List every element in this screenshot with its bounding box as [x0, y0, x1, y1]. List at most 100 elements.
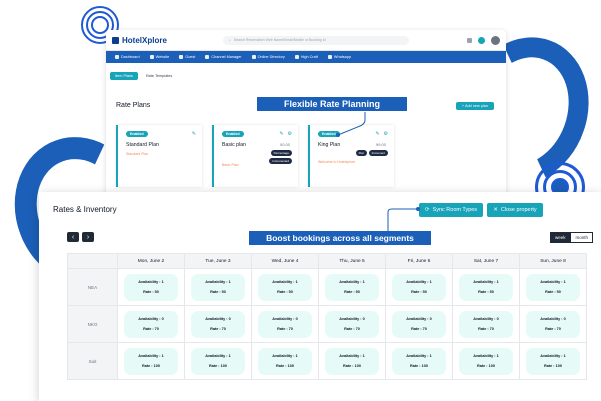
edit-icon[interactable]: ✎ [192, 131, 196, 137]
rate-value: Rate : 100 [544, 364, 562, 368]
rate-cell[interactable]: Availability : 1 Rate : 50 [385, 268, 453, 306]
month-view-button[interactable]: month [570, 232, 593, 243]
edit-icon[interactable]: ✎ [279, 131, 283, 137]
support-icon[interactable] [478, 36, 485, 44]
plan-name: Basic plan [222, 142, 246, 148]
edit-icon[interactable]: ✎ [375, 131, 379, 137]
rate-box[interactable]: Availability : 0 Rate : 70 [191, 310, 245, 338]
rate-value: Rate : 100 [276, 364, 294, 368]
rate-box[interactable]: Availability : 1 Rate : 100 [124, 347, 178, 375]
rate-box[interactable]: Availability : 0 Rate : 70 [258, 310, 312, 338]
rate-box[interactable]: Availability : 1 Rate : 50 [526, 273, 580, 301]
nav-item-label: Whatsapp [333, 55, 351, 59]
settings-icon[interactable]: ⚙ [384, 131, 388, 137]
rate-cell[interactable]: Availability : 1 Rate : 100 [117, 342, 185, 380]
sync-label: Sync Room Types [432, 207, 478, 213]
app-logo[interactable]: HotelXplore [112, 36, 167, 45]
settings-icon[interactable]: ⚙ [288, 131, 292, 137]
craft-icon [294, 55, 299, 59]
rate-cell[interactable]: Availability : 1 Rate : 100 [251, 342, 319, 380]
nav-item-website[interactable]: Website [147, 53, 173, 61]
rate-box[interactable]: Availability : 0 Rate : 70 [124, 310, 178, 338]
prev-week-button[interactable]: ‹ [67, 232, 79, 242]
nav-item-high-craft[interactable]: High Craft [292, 53, 321, 61]
rate-cell[interactable]: Availability : 0 Rate : 70 [452, 305, 520, 343]
rate-cell[interactable]: Availability : 0 Rate : 70 [318, 305, 386, 343]
rate-value: Rate : 70 [344, 327, 360, 331]
rate-cell[interactable]: Availability : 1 Rate : 100 [452, 342, 520, 380]
availability-value: Availability : 1 [138, 354, 164, 358]
nav-item-dashboard[interactable]: Dashboard [112, 53, 143, 61]
rate-box[interactable]: Availability : 1 Rate : 50 [258, 273, 312, 301]
nav-item-whatsapp[interactable]: Whatsapp [325, 53, 354, 61]
sync-room-types-button[interactable]: ⟳ Sync Room Types [419, 203, 483, 217]
availability-value: Availability : 0 [339, 317, 365, 321]
nav-item-online-directory[interactable]: Online Directory [249, 53, 288, 61]
rate-box[interactable]: Availability : 1 Rate : 100 [325, 347, 379, 375]
channel-icon [205, 55, 210, 59]
rate-cell[interactable]: Availability : 1 Rate : 100 [184, 342, 252, 380]
grid-icon[interactable] [467, 37, 472, 43]
add-plan-button[interactable]: + Add new plan [455, 102, 494, 110]
plan-card[interactable]: Enabled ✎ ⚙ Basic plan 00.00 Basic Plan P… [212, 125, 298, 187]
date-column-header: Sat, June 7 [452, 253, 520, 269]
rate-cell[interactable]: Availability : 1 Rate : 100 [318, 342, 386, 380]
availability-value: Availability : 1 [540, 280, 566, 284]
rate-value: Rate : 100 [343, 364, 361, 368]
rate-box[interactable]: Availability : 1 Rate : 50 [191, 273, 245, 301]
rate-cell[interactable]: Availability : 1 Rate : 50 [184, 268, 252, 306]
rate-cell[interactable]: Availability : 0 Rate : 70 [385, 305, 453, 343]
rate-value: Rate : 100 [410, 364, 428, 368]
week-view-button[interactable]: week [549, 232, 571, 243]
rate-cell[interactable]: Availability : 1 Rate : 50 [251, 268, 319, 306]
rate-cell[interactable]: Availability : 1 Rate : 50 [519, 268, 587, 306]
rate-cell[interactable]: Availability : 0 Rate : 70 [519, 305, 587, 343]
rate-cell[interactable]: Availability : 1 Rate : 50 [117, 268, 185, 306]
rates-inventory-window: Rates & Inventory ⟳ Sync Room Types ✕ Cl… [39, 192, 601, 401]
rate-cell[interactable]: Availability : 1 Rate : 100 [519, 342, 587, 380]
close-property-button[interactable]: ✕ Close property [487, 203, 543, 217]
availability-value: Availability : 1 [339, 280, 365, 284]
rate-cell[interactable]: Availability : 1 Rate : 50 [452, 268, 520, 306]
search-input[interactable]: ⌕ Search Reservation Web Name/Email/Mobi… [222, 35, 409, 45]
tag: Percentage [270, 150, 292, 156]
rate-value: Rate : 50 [210, 290, 226, 294]
rate-value: Rate : 70 [143, 327, 159, 331]
app-topbar: HotelXplore ⌕ Search Reservation Web Nam… [106, 30, 506, 51]
item-plans-button[interactable]: Item Plans [110, 72, 138, 80]
rate-box[interactable]: Availability : 1 Rate : 100 [459, 347, 513, 375]
nav-item-label: Dashboard [121, 55, 140, 59]
rate-box[interactable]: Availability : 1 Rate : 100 [191, 347, 245, 375]
rate-cell[interactable]: Availability : 0 Rate : 70 [117, 305, 185, 343]
rate-cell[interactable]: Availability : 1 Rate : 50 [318, 268, 386, 306]
avatar[interactable] [491, 35, 500, 45]
rate-box[interactable]: Availability : 1 Rate : 50 [459, 273, 513, 301]
guest-icon [179, 55, 184, 59]
rate-box[interactable]: Availability : 1 Rate : 100 [258, 347, 312, 375]
nav-item-guest[interactable]: Guest [176, 53, 198, 61]
rate-box[interactable]: Availability : 0 Rate : 70 [392, 310, 446, 338]
rate-box[interactable]: Availability : 1 Rate : 50 [325, 273, 379, 301]
nav-item-channel-manager[interactable]: Channel Manager [202, 53, 244, 61]
rate-box[interactable]: Availability : 1 Rate : 100 [526, 347, 580, 375]
rate-cell[interactable]: Availability : 0 Rate : 70 [184, 305, 252, 343]
rate-box[interactable]: Availability : 1 Rate : 50 [124, 273, 178, 301]
directory-icon [251, 55, 256, 59]
table-row: NEA Availability : 1 Rate : 50 Availability… [67, 268, 587, 306]
rate-box[interactable]: Availability : 0 Rate : 70 [325, 310, 379, 338]
rate-box[interactable]: Availability : 0 Rate : 70 [459, 310, 513, 338]
search-placeholder: Search Reservation Web Name/Email/Mobile… [233, 38, 326, 42]
status-badge: Enabled [222, 131, 244, 137]
rate-box[interactable]: Availability : 1 Rate : 50 [392, 273, 446, 301]
availability-value: Availability : 0 [473, 317, 499, 321]
availability-value: Availability : 1 [138, 280, 164, 284]
rate-cell[interactable]: Availability : 0 Rate : 70 [251, 305, 319, 343]
rate-cell[interactable]: Availability : 1 Rate : 100 [385, 342, 453, 380]
plan-card[interactable]: Enabled ✎ Standard Plan Standard Plan [116, 125, 202, 187]
rate-box[interactable]: Availability : 1 Rate : 100 [392, 347, 446, 375]
rate-box[interactable]: Availability : 0 Rate : 70 [526, 310, 580, 338]
plan-price: 99.00 [375, 142, 386, 147]
date-column-header: Tue, June 3 [184, 253, 252, 269]
next-week-button[interactable]: › [82, 232, 94, 242]
room-type-label: NEA [67, 268, 118, 306]
